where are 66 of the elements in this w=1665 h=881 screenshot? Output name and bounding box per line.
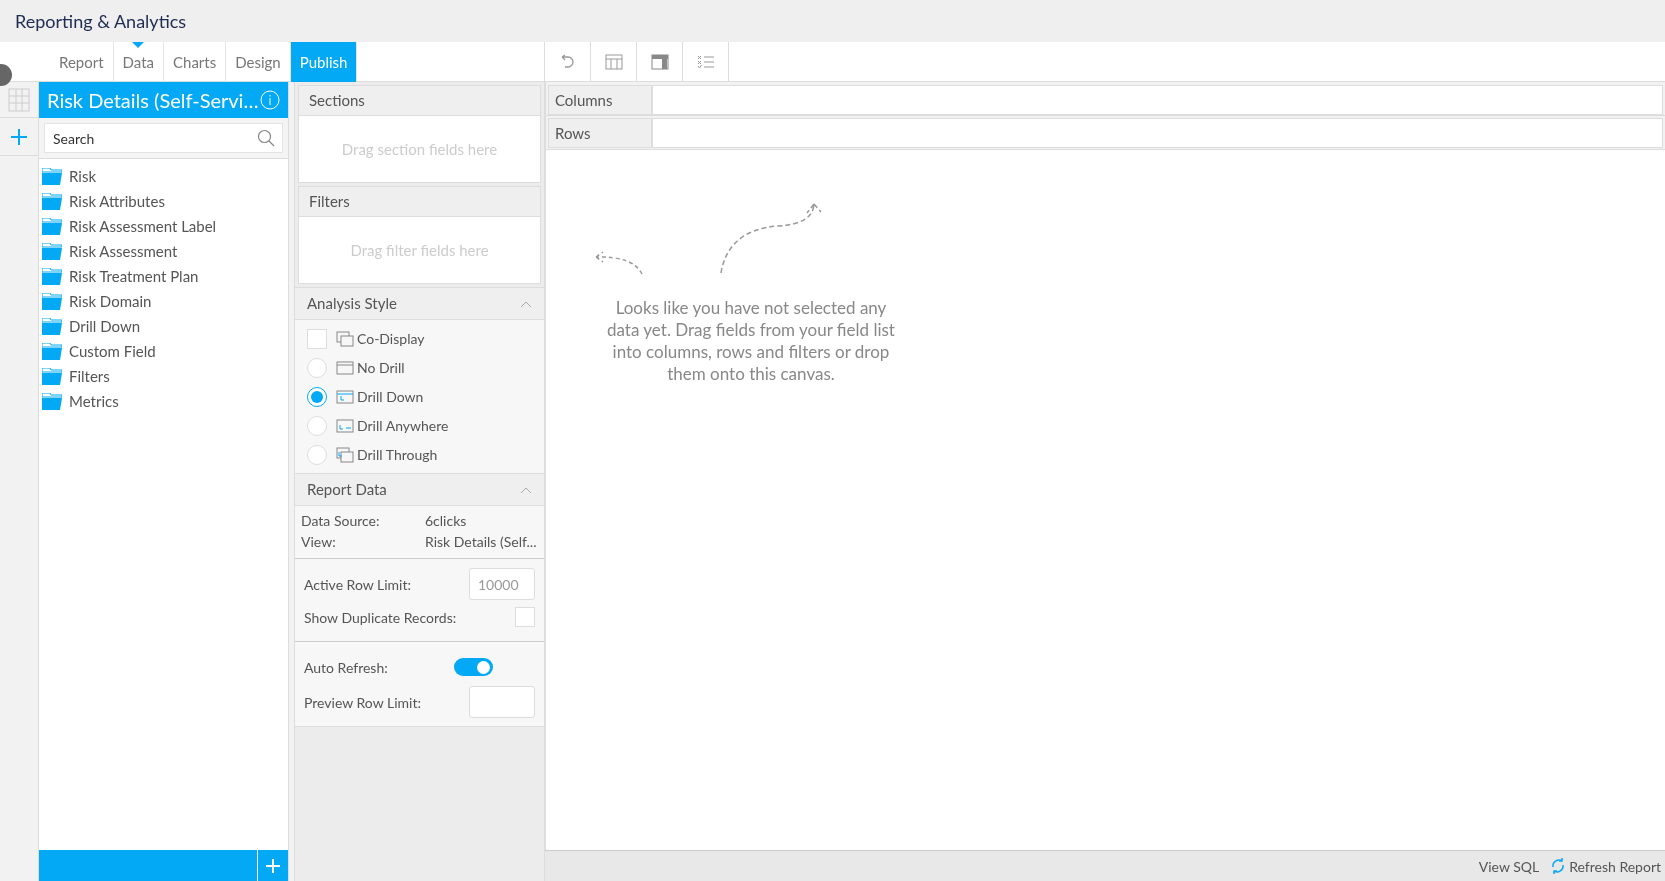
panel-title: Filters xyxy=(299,187,540,217)
option-label: Co-Display xyxy=(357,329,425,349)
info-icon[interactable] xyxy=(260,90,280,110)
info-label: View: xyxy=(301,532,337,552)
field-label: Auto Refresh: xyxy=(304,657,389,678)
layout-icon xyxy=(336,359,354,376)
info-value: 6clicks xyxy=(425,511,467,531)
option-label: No Drill xyxy=(357,358,405,378)
section-title: Analysis Style xyxy=(307,293,397,315)
folder-icon xyxy=(42,243,62,260)
search-icon[interactable] xyxy=(257,129,275,147)
empty-canvas-message: Looks like you have not selected any data yet. Drag fields from your field list into columns, rows and filters or drop them onto this canvas. xyxy=(606,297,896,385)
active-row-limit-field[interactable]: 10000 xyxy=(469,568,535,600)
columns-label: Columns xyxy=(548,85,652,115)
folder-item[interactable]: Risk Domain xyxy=(69,290,152,313)
view-sql-link[interactable]: View SQL xyxy=(1478,855,1540,877)
layout-icon xyxy=(336,330,354,347)
field-label: Active Row Limit: xyxy=(304,574,411,595)
chevron-icon[interactable] xyxy=(520,299,532,308)
analysis-style-header[interactable]: Analysis Style xyxy=(295,288,544,320)
report-data-header[interactable]: Report Data xyxy=(295,474,544,506)
folder-icon xyxy=(42,268,62,285)
layout-icon xyxy=(336,388,354,405)
field-label: Preview Row Limit: xyxy=(304,692,421,713)
folder-item[interactable]: Risk xyxy=(69,165,96,188)
rows-drop-zone[interactable] xyxy=(652,118,1663,148)
search-field[interactable]: Search xyxy=(44,123,283,153)
folder-item[interactable]: Custom Field xyxy=(69,340,156,363)
app-title: Reporting & Analytics xyxy=(15,8,187,34)
refresh-report-button[interactable]: Refresh Report xyxy=(1551,855,1661,877)
refresh-icon xyxy=(1551,858,1566,874)
chevron-icon[interactable] xyxy=(520,485,532,494)
preview-row-limit-field[interactable] xyxy=(469,686,535,718)
layout-icon xyxy=(336,417,354,434)
folder-icon xyxy=(42,318,62,335)
data-view-title: Risk Details (Self-Servi… xyxy=(47,87,259,114)
folder-icon xyxy=(42,168,62,185)
folder-icon xyxy=(42,393,62,410)
folder-icon xyxy=(42,343,62,360)
option-label: Drill Through xyxy=(357,445,438,465)
radio-button[interactable] xyxy=(307,386,327,407)
add-icon[interactable] xyxy=(10,127,28,146)
folder-icon xyxy=(42,193,62,210)
folder-item[interactable]: Metrics xyxy=(69,390,119,413)
section-title: Report Data xyxy=(307,479,387,501)
folder-icon xyxy=(42,293,62,310)
checkbox[interactable] xyxy=(515,607,535,627)
folder-item[interactable]: Risk Assessment xyxy=(69,240,178,263)
folder-icon xyxy=(42,218,62,235)
folder-item[interactable]: Filters xyxy=(69,365,110,388)
folder-icon xyxy=(42,368,62,385)
option-label: Drill Down xyxy=(357,387,424,407)
folder-item[interactable]: Drill Down xyxy=(69,315,141,338)
info-value: Risk Details (Self... xyxy=(425,532,537,552)
option-label: Drill Anywhere xyxy=(357,416,449,436)
rows-label: Rows xyxy=(548,118,652,148)
checkbox[interactable] xyxy=(307,328,327,349)
folder-item[interactable]: Risk Assessment Label xyxy=(69,215,217,238)
add-icon xyxy=(266,858,280,873)
folder-item[interactable]: Risk Attributes xyxy=(69,190,165,213)
folder-item[interactable]: Risk Treatment Plan xyxy=(69,265,199,288)
info-label: Data Source: xyxy=(301,511,381,531)
layout-icon xyxy=(336,446,354,463)
panel-title: Sections xyxy=(299,86,540,116)
toggle-switch[interactable] xyxy=(454,658,493,676)
field-label: Show Duplicate Records: xyxy=(304,607,457,628)
